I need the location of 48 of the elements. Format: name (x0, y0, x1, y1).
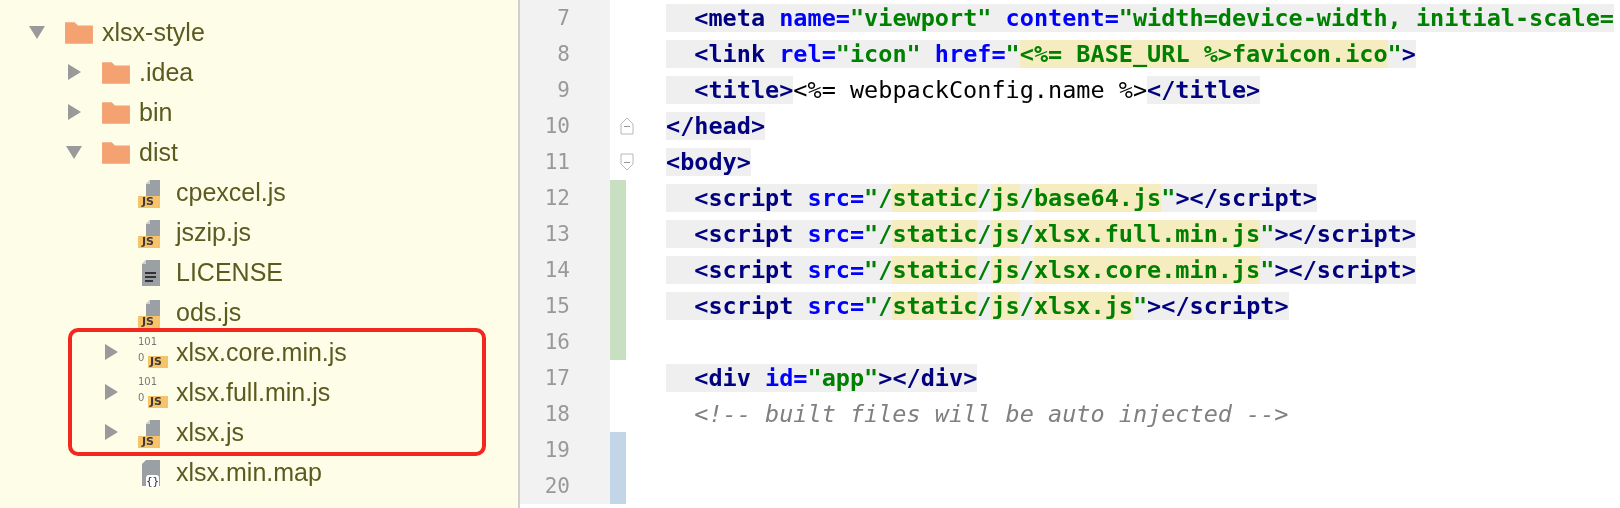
line-number: 7 (557, 6, 570, 30)
line-number: 15 (544, 294, 570, 318)
expand-arrow-icon[interactable] (102, 383, 120, 401)
code-line: <!-- built files will be auto injected --> (693, 399, 1289, 430)
line-number: 19 (544, 438, 570, 462)
code-line: <link rel="icon" href="<%= BASE_URL %>favicon.ico"> (666, 38, 1416, 70)
changed-lines-marker[interactable] (610, 432, 626, 468)
expand-arrow-icon[interactable] (102, 343, 120, 361)
code-line: <title><%= webpackConfig.name %></title> (666, 74, 1261, 106)
line-number: 14 (544, 258, 570, 282)
code-line: <div id="app"></div> (666, 362, 978, 394)
tree-item[interactable]: xlsx.min.map (176, 457, 322, 487)
code-line: <script src="/static/js/xlsx.core.min.js"></script> (666, 254, 1416, 286)
code-line: <script src="/static/js/base64.js"></script> (666, 182, 1317, 214)
collapse-arrow-icon[interactable] (28, 23, 46, 41)
expand-arrow-icon[interactable] (102, 423, 120, 441)
line-number: 13 (544, 222, 570, 246)
line-number: 8 (557, 42, 570, 66)
tree-item[interactable]: dist (139, 137, 178, 167)
expand-arrow-icon[interactable] (65, 103, 83, 121)
tree-item[interactable]: jszip.js (176, 217, 251, 247)
tree-item[interactable]: xlsx-style (102, 17, 205, 47)
fold-start-icon[interactable] (620, 153, 634, 171)
changed-lines-marker[interactable] (610, 468, 626, 504)
tree-item[interactable]: bin (139, 97, 173, 127)
tree-item[interactable]: LICENSE (176, 257, 283, 287)
line-number: 17 (544, 366, 570, 390)
expand-arrow-icon[interactable] (65, 63, 83, 81)
code-line: <script src="/static/js/xlsx.js"></script> (666, 290, 1289, 322)
line-number: 18 (544, 402, 570, 426)
line-number: 9 (557, 78, 570, 102)
line-number: 20 (544, 474, 570, 498)
tree-item[interactable]: ods.js (176, 297, 242, 327)
tree-item[interactable]: xlsx.full.min.js (176, 377, 331, 407)
line-number: 16 (544, 330, 570, 354)
line-number: 11 (544, 150, 570, 174)
tree-item[interactable]: xlsx.js (176, 417, 245, 447)
collapse-arrow-icon[interactable] (65, 143, 83, 161)
code-line: <meta name="viewport" content="width=device-width, initial-scale= (666, 2, 1614, 34)
line-number: 12 (544, 186, 570, 210)
tree-item[interactable]: cpexcel.js (176, 177, 286, 207)
code-line: <script src="/static/js/xlsx.full.min.js"></script> (666, 218, 1416, 250)
fold-end-icon[interactable] (620, 117, 634, 135)
added-lines-marker[interactable] (610, 324, 626, 360)
added-lines-marker[interactable] (610, 180, 626, 216)
tree-item[interactable]: .idea (139, 57, 194, 87)
line-number: 10 (544, 114, 570, 138)
tree-item[interactable]: xlsx.core.min.js (176, 337, 347, 367)
